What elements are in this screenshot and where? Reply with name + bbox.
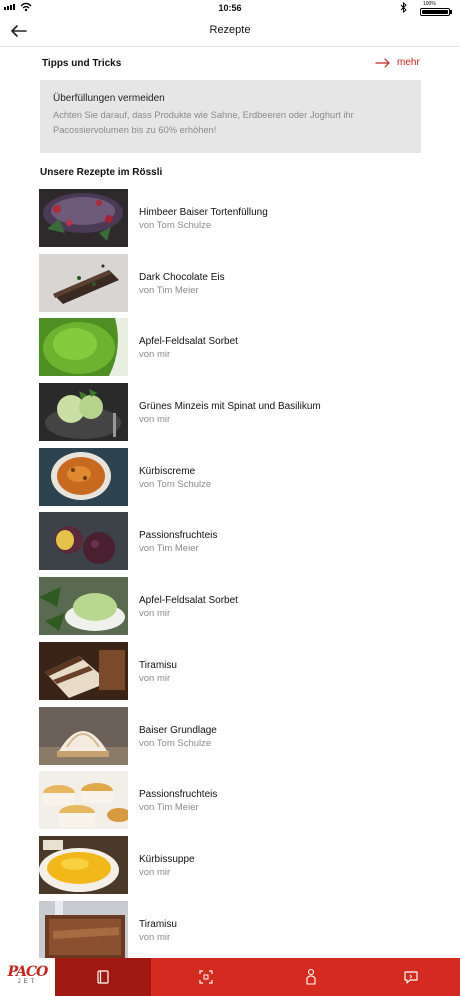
recipe-image: [39, 189, 128, 247]
battery-percent: 100%: [423, 1, 436, 7]
recipe-image: [39, 900, 128, 959]
recipe-image: [39, 318, 128, 377]
recipe-item[interactable]: Himbeer Baiser Tortenfüllung von Tom Sch…: [39, 189, 419, 254]
recipe-title: Kürbiscreme: [139, 465, 196, 477]
more-link[interactable]: mehr: [375, 57, 420, 68]
recipe-author: von Tim Meier: [139, 802, 199, 814]
recipe-image: [39, 835, 128, 894]
recipe-author: von mir: [139, 414, 171, 426]
recipe-title: Tiramisu: [139, 918, 177, 930]
recipe-item[interactable]: Tiramisu von mir: [39, 900, 419, 966]
recipe-item[interactable]: Tiramisu von mir: [39, 641, 419, 707]
chat-icon: [403, 971, 418, 984]
recipe-image: [39, 771, 128, 830]
recipe-item[interactable]: Apfel-Feldsalat Sorbet von mir: [39, 318, 419, 383]
recipe-image: [39, 706, 128, 765]
recipe-title: Passionsfruchteis: [139, 789, 218, 801]
recipe-item[interactable]: Grünes Minzeis mit Spinat und Basilikum …: [39, 383, 419, 448]
recipe-list: Himbeer Baiser Tortenfüllung von Tom Sch…: [39, 189, 419, 965]
recipe-title: Tiramisu: [139, 659, 177, 671]
recipe-author: von mir: [139, 608, 171, 620]
scan-icon: [199, 970, 213, 984]
recipe-title: Passionsfruchteis: [139, 530, 218, 542]
tip-body-line: Pacossiervolumen bis zu 60% erhöhen!: [53, 125, 217, 135]
recipe-title: Dark Chocolate Eis: [139, 271, 225, 283]
logo-text: PACO: [7, 964, 49, 980]
more-label: mehr: [397, 57, 420, 68]
recipe-title: Apfel-Feldsalat Sorbet: [139, 595, 238, 607]
chef-icon: [306, 968, 316, 985]
status-time: 10:56: [218, 3, 242, 13]
recipe-author: von mir: [139, 931, 171, 943]
recipe-title: Kürbissuppe: [139, 853, 195, 865]
recipe-image: [39, 447, 128, 506]
recipes-heading: Unsere Rezepte im Rössli: [40, 167, 163, 178]
tip-body: Achten Sie darauf, dass Produkte wie Sah…: [53, 108, 408, 138]
recipe-title: Baiser Grundlage: [139, 724, 217, 736]
recipe-author: von mir: [139, 672, 171, 684]
bluetooth-icon: [400, 2, 407, 13]
recipe-image: [39, 253, 128, 312]
recipe-item[interactable]: Dark Chocolate Eis von Tim Meier: [39, 253, 419, 319]
recipe-image: [39, 641, 128, 700]
recipe-title: Himbeer Baiser Tortenfüllung: [139, 207, 268, 218]
recipe-item[interactable]: Kürbiscreme von Tom Schulze: [39, 447, 419, 513]
recipe-title: Grünes Minzeis mit Spinat und Basilikum: [139, 401, 321, 413]
recipe-image: [39, 512, 128, 571]
arrow-right-icon: [375, 57, 390, 68]
recipe-title: Apfel-Feldsalat Sorbet: [139, 336, 238, 348]
tab-recipes[interactable]: [55, 958, 151, 996]
recipe-author: von mir: [139, 866, 171, 878]
recipe-author: von Tom Schulze: [139, 737, 212, 749]
recipe-image: [39, 577, 128, 636]
pacojet-logo: PACO JET: [7, 964, 49, 987]
recipe-item[interactable]: Passionsfruchteis von Tim Meier: [39, 771, 419, 836]
page-title: Rezepte: [209, 24, 251, 36]
tab-home-logo[interactable]: PACO JET: [0, 958, 55, 996]
tab-chat[interactable]: [361, 958, 460, 996]
tip-title: Überfüllungen vermeiden: [53, 93, 165, 104]
tip-card[interactable]: Überfüllungen vermeiden Achten Sie darau…: [40, 80, 421, 153]
navigation-bar: Rezepte: [0, 16, 460, 47]
recipe-author: von mir: [139, 349, 171, 361]
recipe-item[interactable]: Passionsfruchteis von Tim Meier: [39, 512, 419, 577]
book-icon: [97, 970, 109, 984]
tab-scan[interactable]: [151, 958, 261, 996]
tab-profile[interactable]: [261, 958, 361, 996]
recipe-item[interactable]: Kürbissuppe von mir: [39, 835, 419, 901]
recipe-author: von Tim Meier: [139, 543, 199, 555]
status-bar: 10:56 100%: [0, 0, 460, 16]
recipe-author: von Tom Schulze: [139, 220, 212, 231]
recipe-author: von Tom Schulze: [139, 478, 212, 490]
recipe-item[interactable]: Apfel-Feldsalat Sorbet von mir: [39, 577, 419, 642]
recipe-image: [39, 383, 128, 442]
tips-heading: Tipps und Tricks: [42, 58, 122, 69]
recipe-item[interactable]: Baiser Grundlage von Tom Schulze: [39, 706, 419, 772]
tab-bar: PACO JET: [0, 958, 460, 996]
tip-body-line: Achten Sie darauf, dass Produkte wie Sah…: [53, 110, 354, 120]
recipe-author: von Tim Meier: [139, 284, 199, 296]
